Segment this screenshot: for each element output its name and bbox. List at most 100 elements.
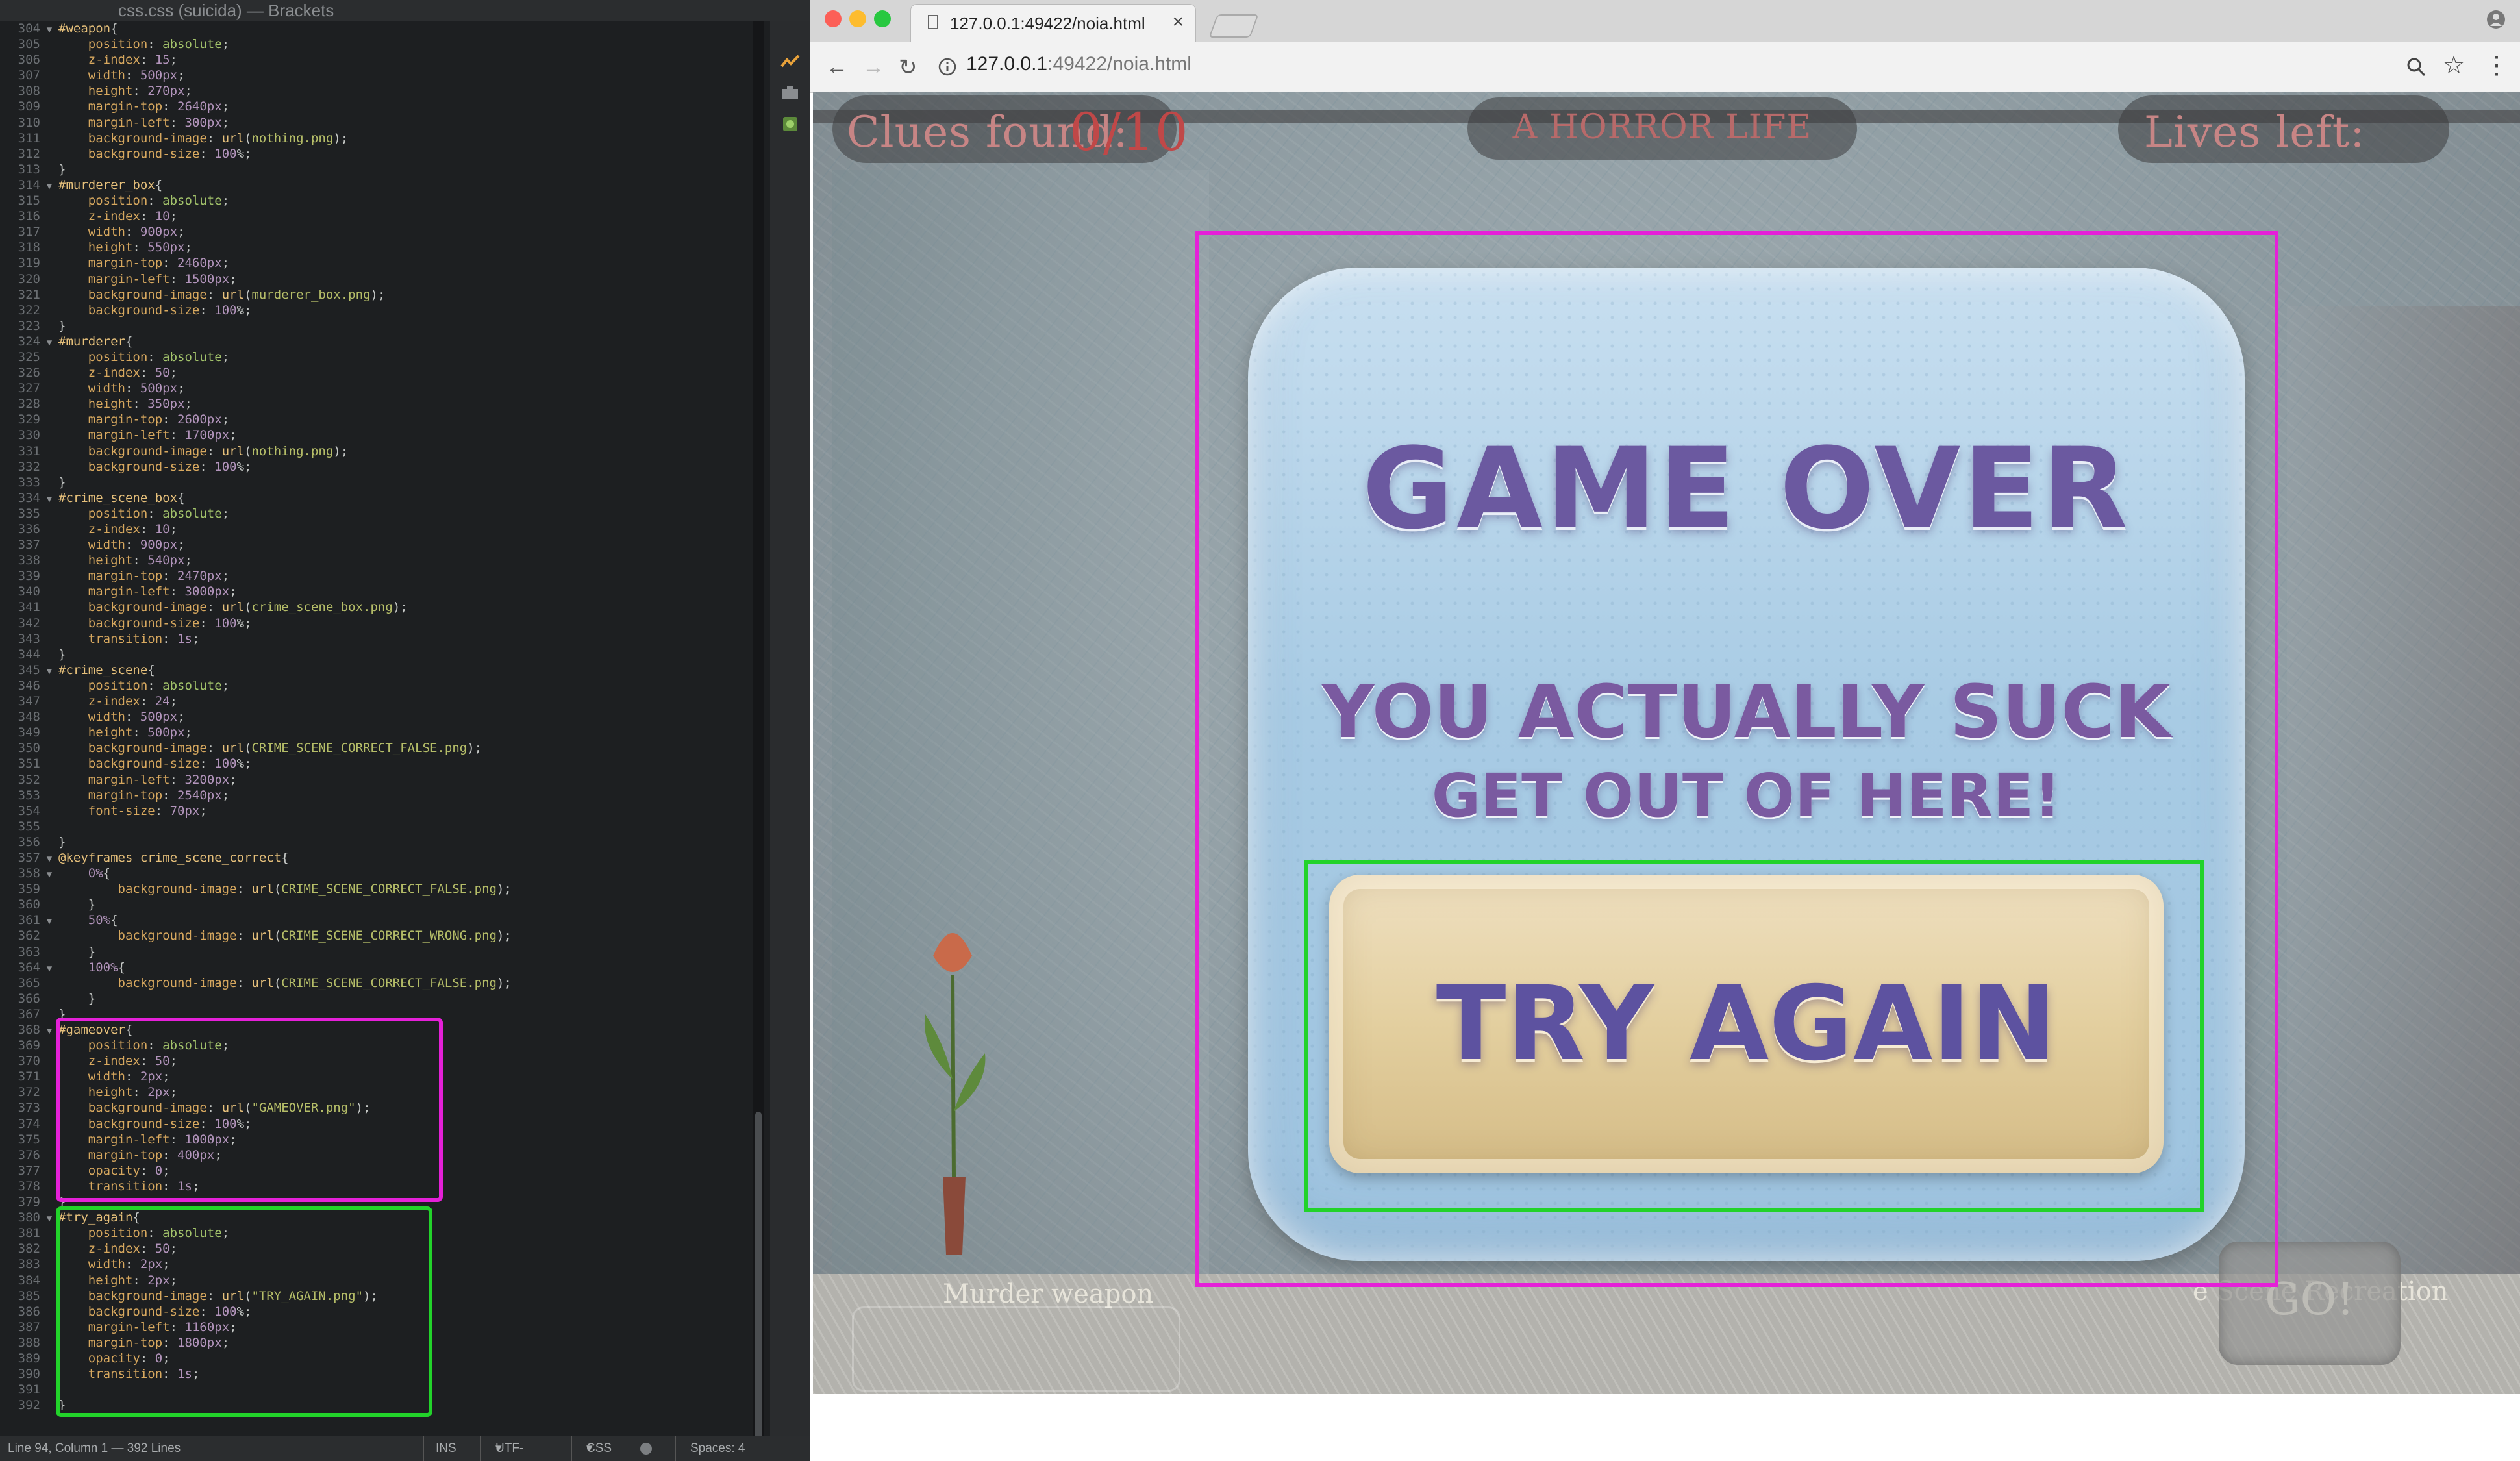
code-line[interactable]: 308 height: 270px; xyxy=(0,83,753,99)
code-line[interactable]: 307 width: 500px; xyxy=(0,68,753,83)
code-line[interactable]: 333} xyxy=(0,475,753,490)
live-preview-icon[interactable] xyxy=(780,52,800,71)
language-select[interactable]: CSS ▾ xyxy=(571,1436,612,1461)
code-line[interactable]: 355 xyxy=(0,819,753,834)
code-line[interactable]: 318 height: 550px; xyxy=(0,240,753,255)
code-line[interactable]: 336 z-index: 10; xyxy=(0,521,753,537)
tab-close-icon[interactable]: × xyxy=(1172,11,1184,33)
code-line[interactable]: 354 font-size: 70px; xyxy=(0,803,753,819)
code-line[interactable]: 322 background-size: 100%; xyxy=(0,303,753,318)
cursor-position[interactable]: Line 94, Column 1 — 392 Lines xyxy=(8,1436,181,1461)
code-line[interactable]: 329 margin-top: 2600px; xyxy=(0,412,753,427)
code-line[interactable]: 347 z-index: 24; xyxy=(0,693,753,709)
fold-arrow-icon[interactable]: ▼ xyxy=(40,664,58,679)
fold-arrow-icon[interactable]: ▼ xyxy=(40,961,58,977)
code-line[interactable]: 324 ▼ #murderer{ xyxy=(0,334,753,349)
code-line[interactable]: 323} xyxy=(0,318,753,334)
code-line[interactable]: 343 transition: 1s; xyxy=(0,631,753,647)
code-line[interactable]: 364 ▼ 100%{ xyxy=(0,960,753,975)
code-line[interactable]: 360 } xyxy=(0,897,753,912)
fold-arrow-icon[interactable]: ▼ xyxy=(40,179,58,194)
code-line[interactable]: 335 position: absolute; xyxy=(0,506,753,521)
code-line[interactable]: 362 background-image: url(CRIME_SCENE_CO… xyxy=(0,928,753,943)
minimize-window-icon[interactable] xyxy=(849,10,866,27)
code-line[interactable]: 304 ▼ #weapon{ xyxy=(0,21,753,36)
code-line[interactable]: 313} xyxy=(0,162,753,177)
murder-weapon-slot[interactable] xyxy=(852,1306,1180,1392)
code-line[interactable]: 332 background-size: 100%; xyxy=(0,459,753,475)
fold-arrow-icon[interactable]: ▼ xyxy=(40,492,58,507)
code-line[interactable]: 326 z-index: 50; xyxy=(0,365,753,381)
code-line[interactable]: 357 ▼ @keyframes crime_scene_correct{ xyxy=(0,850,753,866)
code-line[interactable]: 319 margin-top: 2460px; xyxy=(0,255,753,271)
code-line[interactable]: 341 background-image: url(crime_scene_bo… xyxy=(0,599,753,615)
code-line[interactable]: 340 margin-left: 3000px; xyxy=(0,584,753,599)
code-line[interactable]: 321 background-image: url(murderer_box.p… xyxy=(0,287,753,303)
code-line[interactable]: 348 width: 500px; xyxy=(0,709,753,725)
code-line[interactable]: 366 } xyxy=(0,991,753,1006)
code-line[interactable]: 342 background-size: 100%; xyxy=(0,616,753,631)
fold-arrow-icon[interactable]: ▼ xyxy=(40,914,58,929)
site-info-icon[interactable] xyxy=(938,57,957,77)
code-line[interactable]: 359 background-image: url(CRIME_SCENE_CO… xyxy=(0,881,753,897)
code-line[interactable]: 316 z-index: 10; xyxy=(0,208,753,224)
code-line[interactable]: 330 margin-left: 1700px; xyxy=(0,427,753,443)
reload-icon[interactable]: ↻ xyxy=(899,55,917,81)
close-window-icon[interactable] xyxy=(825,10,842,27)
bookmark-star-icon[interactable]: ☆ xyxy=(2443,51,2465,80)
code-line[interactable]: 311 background-image: url(nothing.png); xyxy=(0,131,753,146)
menu-icon[interactable]: ⋮ xyxy=(2484,51,2509,80)
fold-arrow-icon[interactable]: ▼ xyxy=(40,851,58,867)
code-line[interactable]: 344} xyxy=(0,647,753,662)
extension-icon[interactable] xyxy=(780,114,800,134)
extension-manager-icon[interactable] xyxy=(780,83,800,103)
code-line[interactable]: 345 ▼ #crime_scene{ xyxy=(0,662,753,678)
new-tab-button[interactable] xyxy=(1208,14,1259,38)
code-line[interactable]: 363 } xyxy=(0,944,753,960)
code-line[interactable]: 328 height: 350px; xyxy=(0,396,753,412)
profile-icon[interactable] xyxy=(2486,9,2506,30)
fold-arrow-icon[interactable]: ▼ xyxy=(40,335,58,351)
editor-scrollbar[interactable] xyxy=(753,21,764,1449)
code-line[interactable]: 356} xyxy=(0,834,753,850)
forward-icon[interactable]: → xyxy=(862,55,884,80)
zoom-window-icon[interactable] xyxy=(874,10,891,27)
code-line[interactable]: 361 ▼ 50%{ xyxy=(0,912,753,928)
code-line[interactable]: 310 margin-left: 300px; xyxy=(0,115,753,131)
fold-arrow-icon[interactable]: ▼ xyxy=(40,867,58,882)
code-line[interactable]: 305 position: absolute; xyxy=(0,36,753,52)
back-icon[interactable]: ← xyxy=(826,55,848,80)
code-line[interactable]: 338 height: 540px; xyxy=(0,553,753,568)
code-line[interactable]: 320 margin-left: 1500px; xyxy=(0,271,753,287)
browser-tab[interactable]: 127.0.0.1:49422/noia.html × xyxy=(910,4,1196,42)
zoom-icon[interactable] xyxy=(2406,57,2426,77)
code-area[interactable]: 304 ▼ #weapon{305 position: absolute; 306 z… xyxy=(0,21,753,1410)
code-line[interactable]: 353 margin-top: 2540px; xyxy=(0,788,753,803)
code-line[interactable]: 365 background-image: url(CRIME_SCENE_CO… xyxy=(0,975,753,991)
code-line[interactable]: 312 background-size: 100%; xyxy=(0,146,753,162)
code-line[interactable]: 334 ▼ #crime_scene_box{ xyxy=(0,490,753,506)
linter-status-icon[interactable] xyxy=(640,1443,652,1455)
code-line[interactable]: 352 margin-left: 3200px; xyxy=(0,772,753,788)
code-line[interactable]: 349 height: 500px; xyxy=(0,725,753,740)
code-line[interactable]: 358 ▼ 0%{ xyxy=(0,866,753,881)
code-line[interactable]: 309 margin-top: 2640px; xyxy=(0,99,753,114)
code-line[interactable]: 325 position: absolute; xyxy=(0,349,753,365)
code-line[interactable]: 315 position: absolute; xyxy=(0,193,753,208)
encoding-select[interactable]: UTF-8 ▾ xyxy=(480,1436,523,1461)
code-line[interactable]: 317 width: 900px; xyxy=(0,224,753,240)
fold-arrow-icon[interactable]: ▼ xyxy=(40,22,58,38)
code-line[interactable]: 339 margin-top: 2470px; xyxy=(0,568,753,584)
code-line[interactable]: 346 position: absolute; xyxy=(0,678,753,693)
code-line[interactable]: 351 background-size: 100%; xyxy=(0,756,753,771)
code-line[interactable]: 350 background-image: url(CRIME_SCENE_CO… xyxy=(0,740,753,756)
code-line[interactable]: 314 ▼ #murderer_box{ xyxy=(0,177,753,193)
indent-spaces[interactable]: Spaces: 4 xyxy=(675,1436,745,1461)
insert-mode[interactable]: INS xyxy=(423,1436,456,1461)
code-line[interactable]: 327 width: 500px; xyxy=(0,381,753,396)
address-bar[interactable]: 127.0.0.1:49422/noia.html xyxy=(966,53,1191,75)
code-line[interactable]: 306 z-index: 15; xyxy=(0,52,753,68)
code-line[interactable]: 337 width: 900px; xyxy=(0,537,753,553)
code-line[interactable]: 331 background-image: url(nothing.png); xyxy=(0,443,753,459)
editor-scrollbar-thumb[interactable] xyxy=(755,1112,762,1449)
